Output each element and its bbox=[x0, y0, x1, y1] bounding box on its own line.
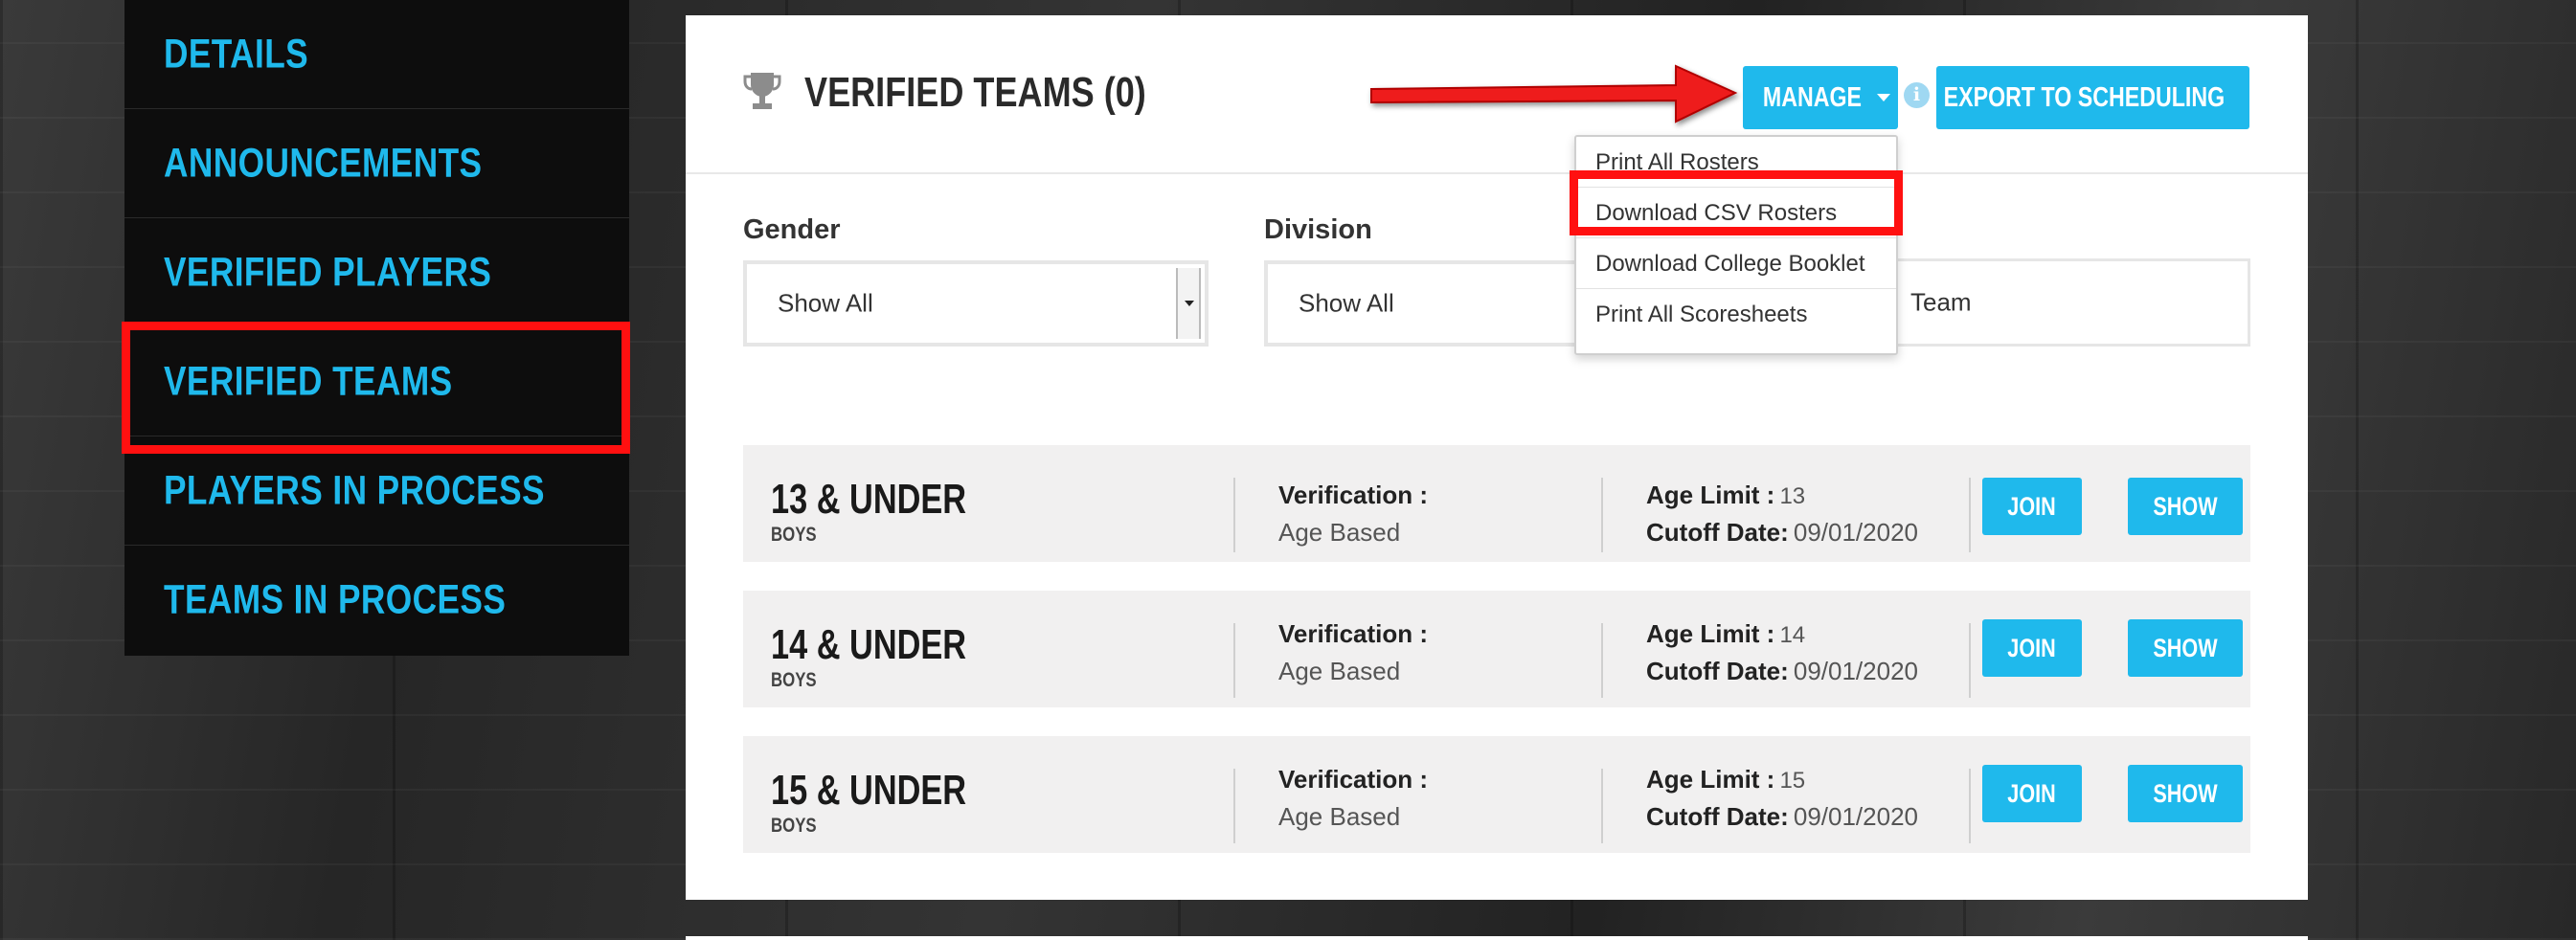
division-gender: BOYS bbox=[771, 669, 817, 691]
export-button-label: EXPORT TO SCHEDULING bbox=[1943, 81, 2226, 113]
divider bbox=[1969, 769, 1971, 843]
age-limit: Age Limit : 15 bbox=[1646, 765, 1805, 795]
sidebar-item-verified-players[interactable]: VERIFIED PLAYERS bbox=[124, 218, 629, 327]
caret-down-icon bbox=[1877, 94, 1891, 101]
join-button[interactable]: JOIN bbox=[1982, 478, 2082, 535]
cutoff-date-label: Cutoff Date: bbox=[1646, 657, 1789, 685]
select-arrow-icon bbox=[1176, 268, 1201, 339]
gender-select-value: Show All bbox=[778, 288, 873, 318]
show-button-label: SHOW bbox=[2153, 491, 2218, 521]
show-button-label: SHOW bbox=[2153, 778, 2218, 808]
age-limit: Age Limit : 13 bbox=[1646, 481, 1805, 510]
next-panel-edge bbox=[686, 936, 2308, 940]
division-row: 13 & UNDER BOYS Verification : Age Based… bbox=[743, 445, 2250, 562]
divider bbox=[1601, 769, 1603, 843]
menu-item-download-college-booklet[interactable]: Download College Booklet bbox=[1576, 238, 1896, 289]
age-limit: Age Limit : 14 bbox=[1646, 619, 1805, 649]
sidebar-item-label: PLAYERS IN PROCESS bbox=[164, 467, 545, 513]
divider bbox=[1601, 623, 1603, 698]
age-limit-value: 14 bbox=[1779, 622, 1806, 648]
join-button-label: JOIN bbox=[2007, 778, 2057, 808]
sidebar-item-teams-in-process[interactable]: TEAMS IN PROCESS bbox=[124, 546, 629, 655]
page-title: VERIFIED TEAMS (0) bbox=[804, 69, 1146, 116]
cutoff-date-value: 09/01/2020 bbox=[1793, 802, 1918, 831]
manage-dropdown-menu: Print All Rosters Download CSV Rosters D… bbox=[1574, 135, 1898, 355]
age-limit-label: Age Limit : bbox=[1646, 765, 1775, 794]
join-button[interactable]: JOIN bbox=[1982, 765, 2082, 822]
age-limit-label: Age Limit : bbox=[1646, 619, 1775, 648]
verification-value: Age Based bbox=[1278, 657, 1401, 685]
division-gender: BOYS bbox=[771, 815, 817, 837]
verification-value: Age Based bbox=[1278, 518, 1401, 547]
sidebar-item-label: ANNOUNCEMENTS bbox=[164, 140, 483, 186]
divider bbox=[1969, 623, 1971, 698]
division-row: 14 & UNDER BOYS Verification : Age Based… bbox=[743, 591, 2250, 707]
verification-label: Verification : bbox=[1278, 481, 1429, 509]
show-button[interactable]: SHOW bbox=[2128, 478, 2243, 535]
export-to-scheduling-button[interactable]: EXPORT TO SCHEDULING bbox=[1936, 66, 2277, 129]
age-limit-value: 15 bbox=[1779, 768, 1806, 794]
cutoff-date-value: 09/01/2020 bbox=[1793, 518, 1918, 547]
manage-button-label: MANAGE bbox=[1762, 81, 1862, 113]
division-name: 14 & UNDER bbox=[771, 621, 967, 668]
cutoff-date: Cutoff Date: 09/01/2020 bbox=[1646, 802, 1918, 832]
show-button-label: SHOW bbox=[2153, 633, 2218, 662]
cutoff-date-value: 09/01/2020 bbox=[1793, 657, 1918, 685]
divider bbox=[1969, 478, 1971, 552]
sidebar-item-details[interactable]: DETAILS bbox=[124, 0, 629, 109]
join-button-label: JOIN bbox=[2007, 633, 2057, 662]
gender-filter-label: Gender bbox=[743, 214, 841, 245]
manage-button[interactable]: MANAGE bbox=[1743, 66, 1898, 129]
header-divider bbox=[686, 172, 2308, 174]
info-icon[interactable]: i bbox=[1904, 82, 1930, 108]
cutoff-date-label: Cutoff Date: bbox=[1646, 802, 1789, 831]
cutoff-date-label: Cutoff Date: bbox=[1646, 518, 1789, 547]
division-select-value: Show All bbox=[1299, 288, 1394, 318]
division-row: 15 & UNDER BOYS Verification : Age Based… bbox=[743, 736, 2250, 853]
trophy-icon bbox=[743, 71, 781, 113]
verified-teams-panel: VERIFIED TEAMS (0) MANAGE i EXPORT TO SC… bbox=[686, 15, 2308, 900]
gender-select[interactable]: Show All bbox=[743, 260, 1209, 347]
join-button[interactable]: JOIN bbox=[1982, 619, 2082, 677]
division-filter-label: Division bbox=[1264, 214, 1372, 245]
divider bbox=[1233, 478, 1235, 552]
cutoff-date: Cutoff Date: 09/01/2020 bbox=[1646, 657, 1918, 686]
divider bbox=[1601, 478, 1603, 552]
age-limit-value: 13 bbox=[1779, 483, 1806, 509]
divider bbox=[1233, 623, 1235, 698]
sidebar-item-label: VERIFIED PLAYERS bbox=[164, 249, 492, 295]
join-button-label: JOIN bbox=[2007, 491, 2057, 521]
division-name: 13 & UNDER bbox=[771, 476, 967, 523]
verification-label: Verification : bbox=[1278, 765, 1429, 794]
menu-item-print-all-scoresheets[interactable]: Print All Scoresheets bbox=[1576, 289, 1896, 340]
verification-label: Verification : bbox=[1278, 619, 1429, 648]
division-gender: BOYS bbox=[771, 524, 817, 546]
show-button[interactable]: SHOW bbox=[2128, 765, 2243, 822]
verification-value: Age Based bbox=[1278, 802, 1401, 831]
age-limit-label: Age Limit : bbox=[1646, 481, 1775, 509]
sidebar-item-announcements[interactable]: ANNOUNCEMENTS bbox=[124, 109, 629, 218]
division-name: 15 & UNDER bbox=[771, 767, 967, 814]
sidebar-item-label: DETAILS bbox=[164, 31, 309, 77]
annotation-highlight-box bbox=[122, 322, 630, 454]
team-search-text: Team bbox=[1910, 287, 1972, 317]
annotation-highlight-box bbox=[1570, 170, 1903, 235]
show-button[interactable]: SHOW bbox=[2128, 619, 2243, 677]
sidebar-item-label: TEAMS IN PROCESS bbox=[164, 576, 507, 623]
arrow-pointer-icon bbox=[1370, 64, 1738, 123]
caret-down-icon bbox=[2263, 94, 2277, 101]
cutoff-date: Cutoff Date: 09/01/2020 bbox=[1646, 518, 1918, 548]
divider bbox=[1233, 769, 1235, 843]
